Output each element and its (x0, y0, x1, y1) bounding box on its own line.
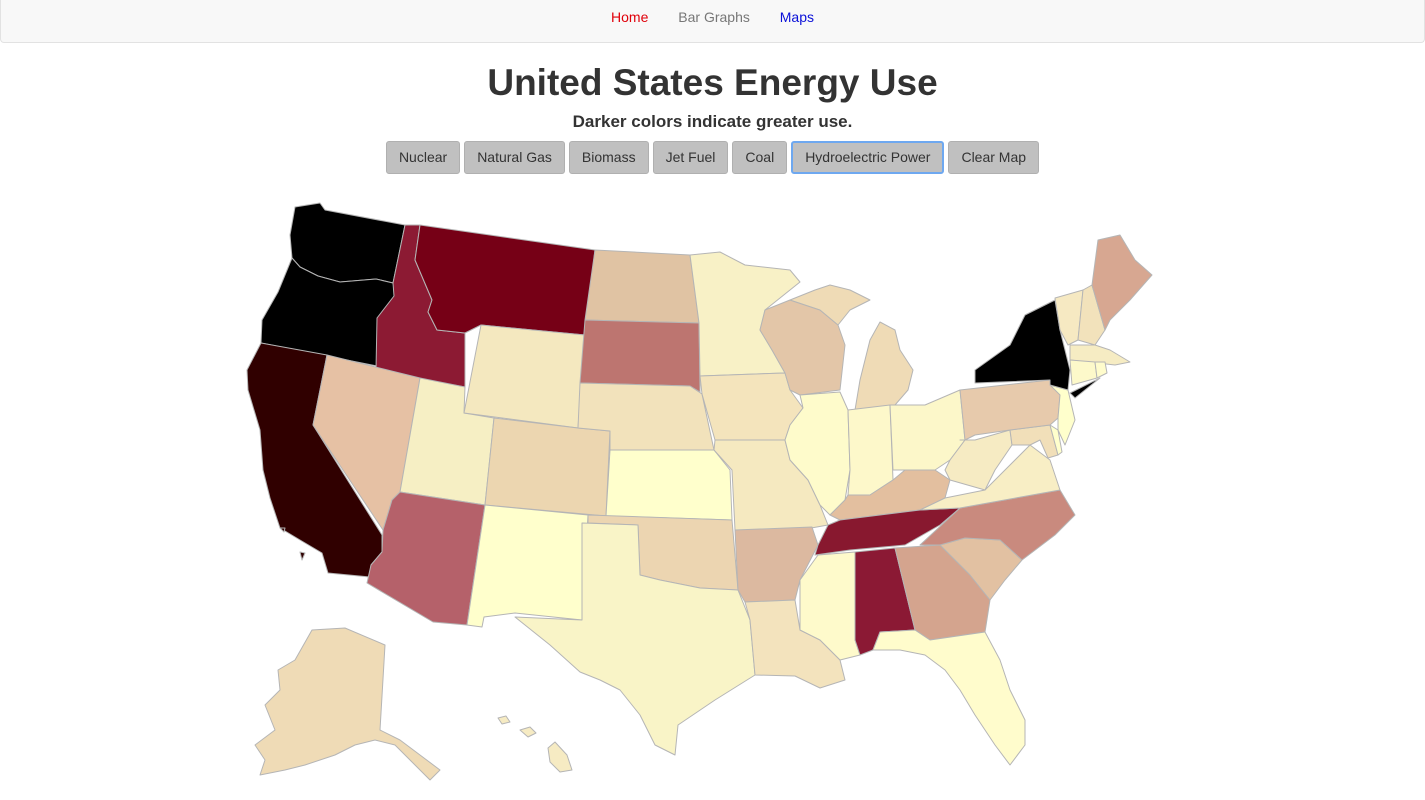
state-hawaii[interactable] (497, 715, 573, 773)
state-rhode-island[interactable] (1094, 361, 1108, 379)
us-states-choropleth-map (246, 202, 1153, 781)
state-colorado[interactable] (484, 417, 611, 517)
state-new-york[interactable] (974, 299, 1071, 391)
state-indiana[interactable] (847, 404, 894, 496)
state-wyoming[interactable] (463, 324, 586, 429)
state-south-dakota[interactable] (579, 319, 701, 393)
state-kansas[interactable] (605, 449, 733, 521)
state-alaska[interactable] (254, 627, 441, 781)
state-florida[interactable] (872, 629, 1026, 766)
state-michigan[interactable] (854, 321, 914, 411)
state-montana[interactable] (414, 224, 596, 336)
state-north-dakota[interactable] (584, 249, 700, 324)
state-new-mexico[interactable] (466, 504, 589, 628)
state-maine[interactable] (1091, 234, 1153, 331)
